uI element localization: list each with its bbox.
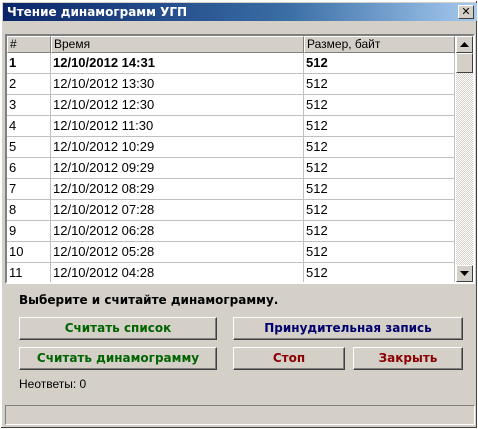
- instruction-text: Выберите и считайте динамограмму.: [19, 293, 279, 307]
- table-row[interactable]: 9 12/10/2012 06:28 512: [7, 221, 455, 242]
- row-size: 512: [304, 116, 455, 136]
- dynamogram-list[interactable]: # Время Размер, байт 1 12/10/2012 14:31 51…: [5, 34, 475, 284]
- row-size: 512: [304, 200, 455, 220]
- read-list-button[interactable]: Считать список: [19, 317, 217, 340]
- no-responses-counter: Неответы: 0: [19, 377, 87, 391]
- row-number: 5: [7, 137, 51, 157]
- table-row[interactable]: 10 12/10/2012 05:28 512: [7, 242, 455, 263]
- row-number: 8: [7, 200, 51, 220]
- scroll-up-button[interactable]: [456, 36, 473, 53]
- row-time: 12/10/2012 10:29: [51, 137, 304, 157]
- row-size: 512: [304, 137, 455, 157]
- row-number: 11: [7, 263, 51, 282]
- close-button[interactable]: Закрыть: [353, 347, 463, 370]
- row-time: 12/10/2012 11:30: [51, 116, 304, 136]
- force-write-button[interactable]: Принудительная запись: [233, 317, 463, 340]
- stop-button[interactable]: Стоп: [233, 347, 345, 370]
- row-number: 1: [7, 53, 51, 73]
- row-number: 2: [7, 74, 51, 94]
- arrow-up-icon: [460, 42, 469, 47]
- status-bar: [5, 405, 475, 425]
- table-row[interactable]: 4 12/10/2012 11:30 512: [7, 116, 455, 137]
- row-time: 12/10/2012 09:29: [51, 158, 304, 178]
- list-rows: 1 12/10/2012 14:31 512 2 12/10/2012 13:30 512…: [7, 53, 455, 282]
- row-number: 10: [7, 242, 51, 262]
- read-dynamogram-button[interactable]: Считать динамограмму: [19, 347, 217, 370]
- row-time: 12/10/2012 06:28: [51, 221, 304, 241]
- table-row[interactable]: 5 12/10/2012 10:29 512: [7, 137, 455, 158]
- row-size: 512: [304, 74, 455, 94]
- row-size: 512: [304, 158, 455, 178]
- title-bar[interactable]: Чтение динамограмм УГП ✕: [3, 3, 477, 21]
- row-size: 512: [304, 242, 455, 262]
- row-size: 512: [304, 53, 455, 73]
- row-size: 512: [304, 221, 455, 241]
- row-size: 512: [304, 263, 455, 282]
- column-header-number[interactable]: #: [7, 36, 51, 53]
- row-size: 512: [304, 179, 455, 199]
- row-time: 12/10/2012 13:30: [51, 74, 304, 94]
- row-time: 12/10/2012 12:30: [51, 95, 304, 115]
- row-time: 12/10/2012 07:28: [51, 200, 304, 220]
- table-row[interactable]: 2 12/10/2012 13:30 512: [7, 74, 455, 95]
- close-icon: ✕: [461, 5, 471, 18]
- scroll-down-button[interactable]: [456, 265, 473, 282]
- column-header-time[interactable]: Время: [51, 36, 304, 53]
- table-row[interactable]: 7 12/10/2012 08:29 512: [7, 179, 455, 200]
- table-row[interactable]: 6 12/10/2012 09:29 512: [7, 158, 455, 179]
- table-row[interactable]: 3 12/10/2012 12:30 512: [7, 95, 455, 116]
- row-time: 12/10/2012 08:29: [51, 179, 304, 199]
- window-title: Чтение динамограмм УГП: [7, 5, 188, 19]
- row-time: 12/10/2012 05:28: [51, 242, 304, 262]
- row-number: 9: [7, 221, 51, 241]
- table-row[interactable]: 1 12/10/2012 14:31 512: [7, 53, 455, 74]
- table-row[interactable]: 8 12/10/2012 07:28 512: [7, 200, 455, 221]
- row-size: 512: [304, 95, 455, 115]
- close-window-button[interactable]: ✕: [458, 5, 474, 19]
- row-number: 4: [7, 116, 51, 136]
- row-number: 7: [7, 179, 51, 199]
- dialog-window: Чтение динамограмм УГП ✕ # Время Размер,…: [0, 0, 478, 429]
- vertical-scrollbar[interactable]: [456, 36, 473, 282]
- row-number: 3: [7, 95, 51, 115]
- column-header-size[interactable]: Размер, байт: [304, 36, 455, 53]
- row-time: 12/10/2012 04:28: [51, 263, 304, 282]
- table-row[interactable]: 11 12/10/2012 04:28 512: [7, 263, 455, 282]
- row-time: 12/10/2012 14:31: [51, 53, 304, 73]
- arrow-down-icon: [460, 271, 469, 276]
- list-header: # Время Размер, байт: [7, 36, 455, 53]
- scroll-thumb[interactable]: [456, 53, 473, 73]
- row-number: 6: [7, 158, 51, 178]
